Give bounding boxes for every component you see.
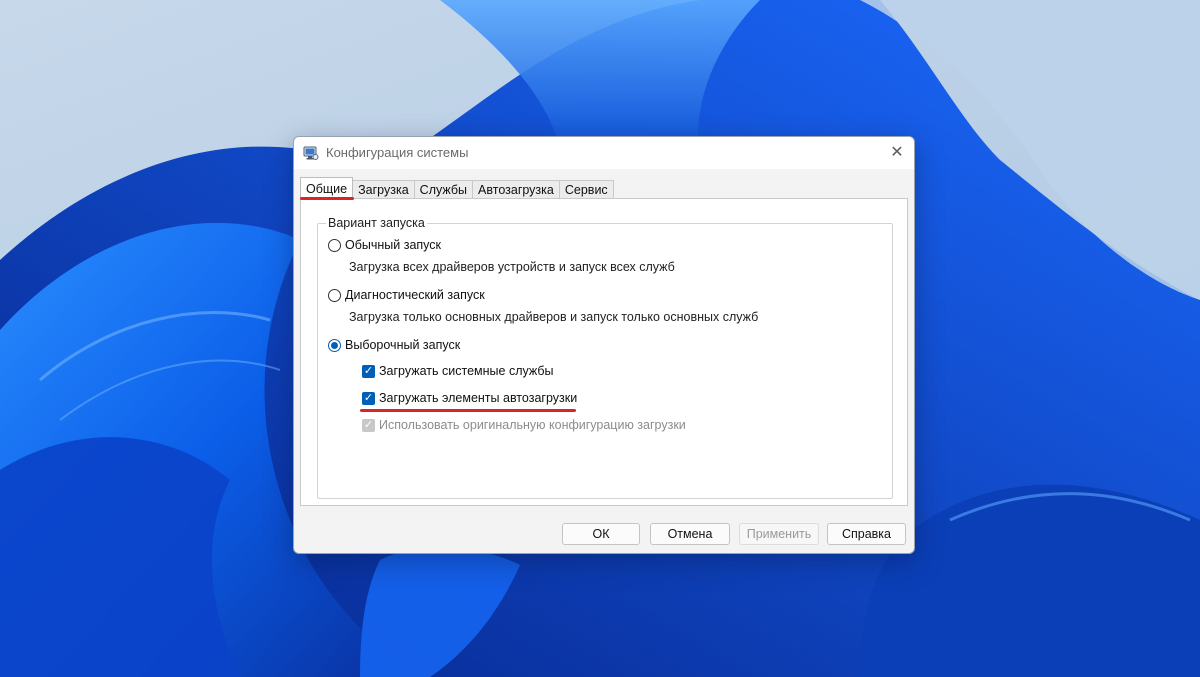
radio-button[interactable] [328,288,341,302]
window-title: Конфигурация системы [326,145,469,160]
tab-tools[interactable]: Сервис [558,180,614,199]
checkbox-label: Загружать элементы автозагрузки [379,391,578,405]
checkmark-icon[interactable]: ✓ [362,391,375,405]
radio-normal-startup[interactable]: Обычный запуск [328,238,441,252]
ok-button[interactable]: ОК [562,523,640,545]
radio-button[interactable] [328,238,341,252]
normal-startup-description: Загрузка всех драйверов устройств и запу… [349,260,675,274]
checkbox-use-original-boot-config: ✓ Использовать оригинальную конфигурацию… [362,418,686,432]
radio-label: Обычный запуск [345,238,442,252]
apply-button: Применить [739,523,819,545]
radio-button-selected[interactable] [328,338,341,352]
radio-selective-startup[interactable]: Выборочный запуск [328,338,460,352]
radio-label: Диагностический запуск [345,288,485,302]
red-annotation-underline-tab [300,197,354,200]
checkbox-load-system-services[interactable]: ✓ Загружать системные службы [362,364,554,378]
help-button[interactable]: Справка [827,523,906,545]
group-legend: Вариант запуска [326,216,427,230]
title-bar[interactable]: Конфигурация системы ✕ [294,137,914,169]
desktop: Конфигурация системы ✕ Общие Загрузка Сл… [0,0,1200,677]
checkmark-icon[interactable]: ✓ [362,364,375,378]
general-tab-panel: Вариант запуска Обычный запуск Загрузка … [300,198,908,506]
checkbox-load-startup-items[interactable]: ✓ Загружать элементы автозагрузки [362,391,577,405]
tab-services[interactable]: Службы [413,180,474,199]
tab-startup[interactable]: Автозагрузка [472,180,560,199]
diagnostic-startup-description: Загрузка только основных драйверов и зап… [349,310,759,324]
radio-label: Выборочный запуск [345,338,461,352]
tab-boot[interactable]: Загрузка [352,180,415,199]
cancel-button[interactable]: Отмена [650,523,730,545]
radio-diagnostic-startup[interactable]: Диагностический запуск [328,288,485,302]
system-configuration-window: Конфигурация системы ✕ Общие Загрузка Сл… [293,136,915,554]
startup-selection-group: Вариант запуска Обычный запуск Загрузка … [317,216,893,499]
red-annotation-underline-startup-items [360,409,576,412]
checkmark-icon: ✓ [362,418,375,432]
tab-strip: Общие Загрузка Службы Автозагрузка Серви… [300,177,614,199]
checkbox-label: Использовать оригинальную конфигурацию з… [379,418,686,432]
msconfig-computer-icon [303,146,319,160]
tab-general[interactable]: Общие [300,177,354,199]
close-button[interactable]: ✕ [880,137,914,167]
checkbox-label: Загружать системные службы [379,364,554,378]
close-icon: ✕ [890,144,904,161]
